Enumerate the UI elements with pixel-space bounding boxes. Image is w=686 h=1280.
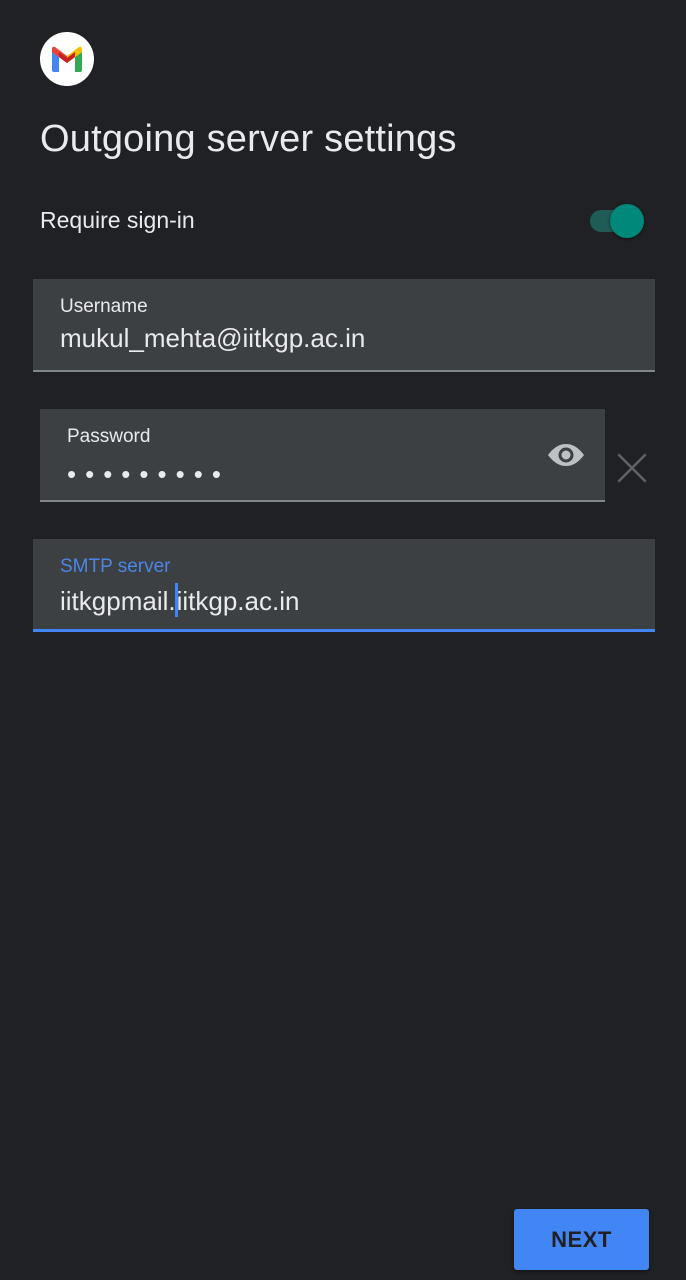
next-button[interactable]: NEXT bbox=[514, 1209, 649, 1270]
close-icon[interactable] bbox=[616, 452, 648, 484]
password-input[interactable]: ••••••••• bbox=[67, 459, 230, 490]
page-title: Outgoing server settings bbox=[40, 118, 457, 160]
gmail-logo-icon bbox=[40, 32, 94, 86]
smtp-server-input[interactable]: iitkgpmail.iitkgp.ac.in bbox=[60, 583, 299, 617]
require-signin-toggle[interactable] bbox=[588, 202, 644, 238]
require-signin-label: Require sign-in bbox=[40, 207, 195, 233]
require-signin-row[interactable]: Require sign-in bbox=[40, 196, 644, 244]
smtp-server-label: SMTP server bbox=[60, 556, 171, 577]
smtp-server-field[interactable]: SMTP server iitkgpmail.iitkgp.ac.in bbox=[33, 539, 655, 632]
password-field[interactable]: Password ••••••••• bbox=[40, 409, 605, 502]
password-label: Password bbox=[67, 426, 151, 447]
eye-icon[interactable] bbox=[546, 439, 586, 471]
username-field[interactable]: Username mukul_mehta@iitkgp.ac.in bbox=[33, 279, 655, 372]
username-input[interactable]: mukul_mehta@iitkgp.ac.in bbox=[60, 323, 365, 354]
toggle-thumb bbox=[610, 204, 644, 238]
smtp-value-before-cursor: iitkgpmail. bbox=[60, 586, 176, 616]
smtp-value-after-cursor: iitkgp.ac.in bbox=[176, 586, 300, 616]
username-label: Username bbox=[60, 296, 148, 317]
